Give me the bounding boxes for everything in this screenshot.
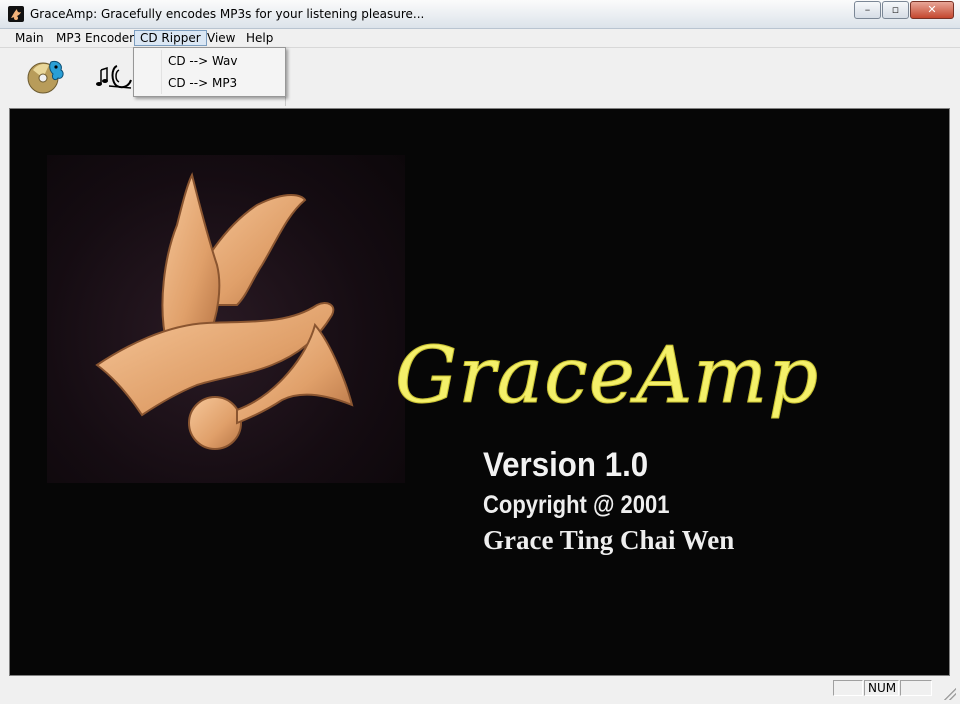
menu-help[interactable]: Help	[241, 30, 278, 46]
menu-view[interactable]: View	[202, 30, 240, 46]
version-label: Version 1.0	[483, 446, 649, 484]
minimize-button[interactable]: –	[854, 1, 881, 19]
graceamp-logo-text: GraceAmp	[394, 331, 820, 422]
menu-main[interactable]: Main	[10, 30, 49, 46]
resize-grip-icon[interactable]	[944, 688, 956, 700]
mp3-encoder-toolbar-button[interactable]	[95, 56, 137, 98]
status-panel-scroll	[900, 680, 932, 696]
menu-item-cd-to-wav[interactable]: CD --> Wav	[168, 52, 238, 70]
mp3-encoder-icon	[96, 65, 132, 89]
minimize-icon: –	[864, 3, 871, 16]
dove-logo-image	[47, 155, 405, 483]
status-panel-caps	[833, 680, 863, 696]
author-label: Grace Ting Chai Wen	[483, 525, 735, 555]
copyright-label: Copyright @ 2001	[483, 491, 670, 519]
close-icon: ✕	[927, 3, 937, 16]
menu-cd-ripper[interactable]: CD Ripper	[134, 30, 207, 46]
maximize-icon: ▫	[891, 3, 900, 16]
menu-gutter-divider	[161, 50, 162, 94]
maximize-button[interactable]: ▫	[882, 1, 909, 19]
splash-panel: GraceAmp Version 1.0 Copyright @ 2001 Gr…	[9, 108, 950, 676]
menu-bar: Main MP3 Encoder CD Ripper View Help	[0, 29, 960, 48]
status-bar: NUM	[0, 678, 960, 704]
cd-ripper-dropdown: CD --> Wav CD --> MP3	[133, 47, 286, 97]
graceamp-app-icon[interactable]	[8, 6, 24, 22]
status-panel-num: NUM	[864, 680, 899, 696]
title-bar[interactable]: GraceAmp: Gracefully encodes MP3s for yo…	[0, 0, 960, 29]
close-button[interactable]: ✕	[910, 1, 954, 19]
menu-item-cd-to-mp3[interactable]: CD --> MP3	[168, 74, 237, 92]
cd-ripper-toolbar-button[interactable]	[25, 56, 67, 98]
menu-mp3-encoder[interactable]: MP3 Encoder	[51, 30, 139, 46]
cd-ripper-icon	[27, 61, 64, 94]
window-title: GraceAmp: Gracefully encodes MP3s for yo…	[30, 7, 425, 21]
